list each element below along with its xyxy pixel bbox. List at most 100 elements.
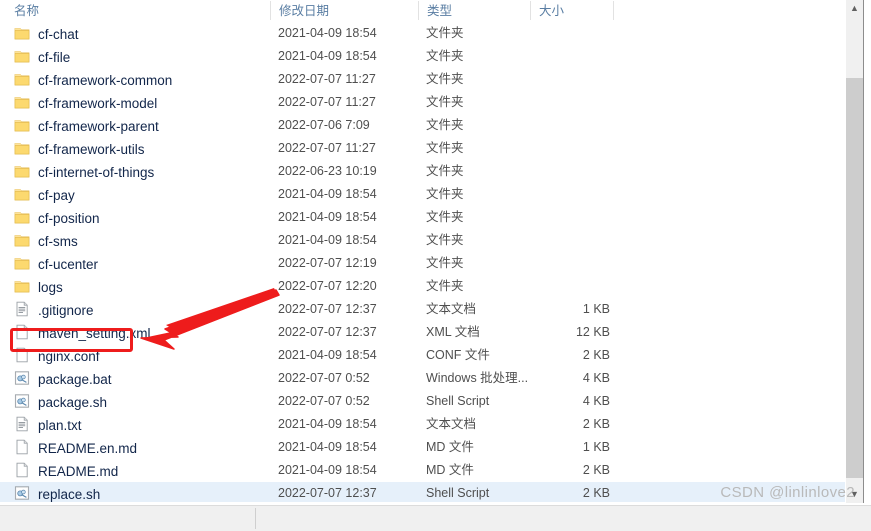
file-type-cell: 文件夹 [426, 233, 464, 247]
file-name-cell[interactable]: cf-framework-model [14, 91, 157, 114]
blank-file-icon [14, 462, 30, 478]
vertical-scrollbar[interactable]: ▲ ▼ [845, 0, 863, 503]
script-file-icon [14, 370, 30, 386]
file-name-cell[interactable]: logs [14, 275, 63, 298]
column-divider[interactable] [613, 1, 614, 20]
folder-icon [14, 278, 30, 294]
file-date-cell: 2021-04-09 18:54 [278, 348, 377, 362]
file-name-cell[interactable]: plan.txt [14, 413, 82, 436]
file-list[interactable]: cf-chat 2021-04-09 18:54 文件夹 cf-file 2021-04… [0, 22, 855, 502]
file-name-cell[interactable]: cf-file [14, 45, 70, 68]
file-row[interactable]: package.bat 2022-07-07 0:52 Windows 批处理...… [0, 367, 855, 390]
file-size-cell [520, 206, 610, 229]
file-row[interactable]: plan.txt 2021-04-09 18:54 文本文档 2 KB [0, 413, 855, 436]
column-header-type[interactable]: 类型 [419, 2, 530, 22]
blank-file-icon [14, 439, 30, 455]
file-size-cell: 2 KB [582, 463, 610, 477]
file-date-cell: 2022-07-07 12:20 [278, 279, 377, 293]
file-row[interactable]: README.md 2021-04-09 18:54 MD 文件 2 KB [0, 459, 855, 482]
file-date-cell: 2021-04-09 18:54 [278, 233, 377, 247]
file-name-cell[interactable]: cf-position [14, 206, 100, 229]
file-name-cell[interactable]: cf-ucenter [14, 252, 98, 275]
file-name-cell[interactable]: package.sh [14, 390, 107, 413]
file-name-cell[interactable]: README.en.md [14, 436, 137, 459]
file-name-cell[interactable]: cf-framework-utils [14, 137, 145, 160]
text-file-icon [16, 417, 28, 432]
file-size-cell: 1 KB [582, 302, 610, 316]
file-row[interactable]: cf-framework-utils 2022-07-07 11:27 文件夹 [0, 137, 855, 160]
file-row[interactable]: README.en.md 2021-04-09 18:54 MD 文件 1 KB [0, 436, 855, 459]
file-name-cell[interactable]: nginx.conf [14, 344, 100, 367]
file-name-label: cf-framework-parent [38, 118, 159, 134]
file-name-label: replace.sh [38, 486, 101, 502]
file-date-cell: 2022-07-07 12:37 [278, 486, 377, 500]
file-date-cell: 2022-07-07 11:27 [278, 95, 376, 109]
file-row[interactable]: cf-internet-of-things 2022-06-23 10:19 文件夹 [0, 160, 855, 183]
file-type-cell: 文件夹 [426, 164, 464, 178]
file-date-cell: 2021-04-09 18:54 [278, 49, 377, 63]
file-name-cell[interactable]: cf-pay [14, 183, 75, 206]
file-date-cell: 2022-07-07 12:19 [278, 256, 377, 270]
file-name-cell[interactable]: cf-sms [14, 229, 78, 252]
script-file-icon [14, 371, 30, 386]
file-row[interactable]: maven_setting.xml 2022-07-07 12:37 XML 文档 1… [0, 321, 855, 344]
file-date-cell: 2022-07-07 11:27 [278, 141, 376, 155]
file-name-label: cf-sms [38, 233, 78, 249]
file-size-cell [520, 45, 610, 68]
file-name-label: logs [38, 279, 63, 295]
file-row[interactable]: cf-position 2021-04-09 18:54 文件夹 [0, 206, 855, 229]
file-row[interactable]: logs 2022-07-07 12:20 文件夹 [0, 275, 855, 298]
file-row[interactable]: .gitignore 2022-07-07 12:37 文本文档 1 KB [0, 298, 855, 321]
file-date-cell: 2021-04-09 18:54 [278, 210, 377, 224]
folder-icon [14, 186, 30, 202]
file-name-label: cf-framework-model [38, 95, 158, 111]
file-row[interactable]: cf-ucenter 2022-07-07 12:19 文件夹 [0, 252, 855, 275]
file-row[interactable]: cf-file 2021-04-09 18:54 文件夹 [0, 45, 855, 68]
file-name-cell[interactable]: package.bat [14, 367, 112, 390]
file-row[interactable]: cf-pay 2021-04-09 18:54 文件夹 [0, 183, 855, 206]
script-file-icon [14, 486, 30, 501]
column-header-size[interactable]: 大小 [531, 2, 613, 22]
folder-icon [14, 25, 30, 41]
file-row[interactable]: cf-framework-common 2022-07-07 11:27 文件夹 [0, 68, 855, 91]
file-name-label: cf-framework-utils [38, 141, 145, 157]
file-name-cell[interactable]: cf-chat [14, 22, 79, 45]
file-type-cell: 文件夹 [426, 210, 464, 224]
column-header-date-modified[interactable]: 修改日期 [271, 2, 418, 22]
file-row[interactable]: cf-chat 2021-04-09 18:54 文件夹 [0, 22, 855, 45]
file-type-cell: MD 文件 [426, 463, 474, 477]
file-type-cell: 文件夹 [426, 256, 464, 270]
folder-icon [14, 117, 30, 133]
file-row[interactable]: nginx.conf 2021-04-09 18:54 CONF 文件 2 KB [0, 344, 855, 367]
file-name-cell[interactable]: cf-framework-parent [14, 114, 159, 137]
file-explorer-window: 名称 修改日期 类型 大小 cf-chat 2021-04-09 18:54 文件夹… [0, 0, 871, 531]
file-date-cell: 2022-07-07 0:52 [278, 394, 370, 408]
file-row[interactable]: cf-sms 2021-04-09 18:54 文件夹 [0, 229, 855, 252]
scrollbar-thumb[interactable] [846, 78, 863, 478]
blank-file-icon [16, 325, 28, 340]
file-size-cell [520, 275, 610, 298]
file-name-cell[interactable]: cf-framework-common [14, 68, 172, 91]
file-row[interactable]: package.sh 2022-07-07 0:52 Shell Script 4 K… [0, 390, 855, 413]
file-name-cell[interactable]: maven_setting.xml [14, 321, 151, 344]
file-row[interactable]: cf-framework-parent 2022-07-06 7:09 文件夹 [0, 114, 855, 137]
file-row[interactable]: cf-framework-model 2022-07-07 11:27 文件夹 [0, 91, 855, 114]
file-date-cell: 2021-04-09 18:54 [278, 440, 377, 454]
file-name-cell[interactable]: .gitignore [14, 298, 94, 321]
file-type-cell: Windows 批处理... [426, 371, 529, 385]
column-header-name[interactable]: 名称 [14, 2, 270, 22]
file-name-cell[interactable]: cf-internet-of-things [14, 160, 154, 183]
file-type-cell: 文件夹 [426, 118, 464, 132]
folder-icon [14, 48, 30, 64]
folder-icon [14, 189, 30, 201]
file-type-cell: Shell Script [426, 486, 490, 500]
file-date-cell: 2022-07-07 12:37 [278, 302, 377, 316]
file-name-cell[interactable]: README.md [14, 459, 118, 482]
folder-icon [14, 94, 30, 110]
folder-icon [14, 258, 30, 270]
file-name-label: cf-ucenter [38, 256, 99, 272]
file-name-cell[interactable]: replace.sh [14, 482, 100, 502]
scroll-up-arrow-icon[interactable]: ▲ [846, 0, 863, 17]
window-right-border [863, 0, 864, 503]
file-date-cell: 2022-07-07 11:27 [278, 72, 376, 86]
